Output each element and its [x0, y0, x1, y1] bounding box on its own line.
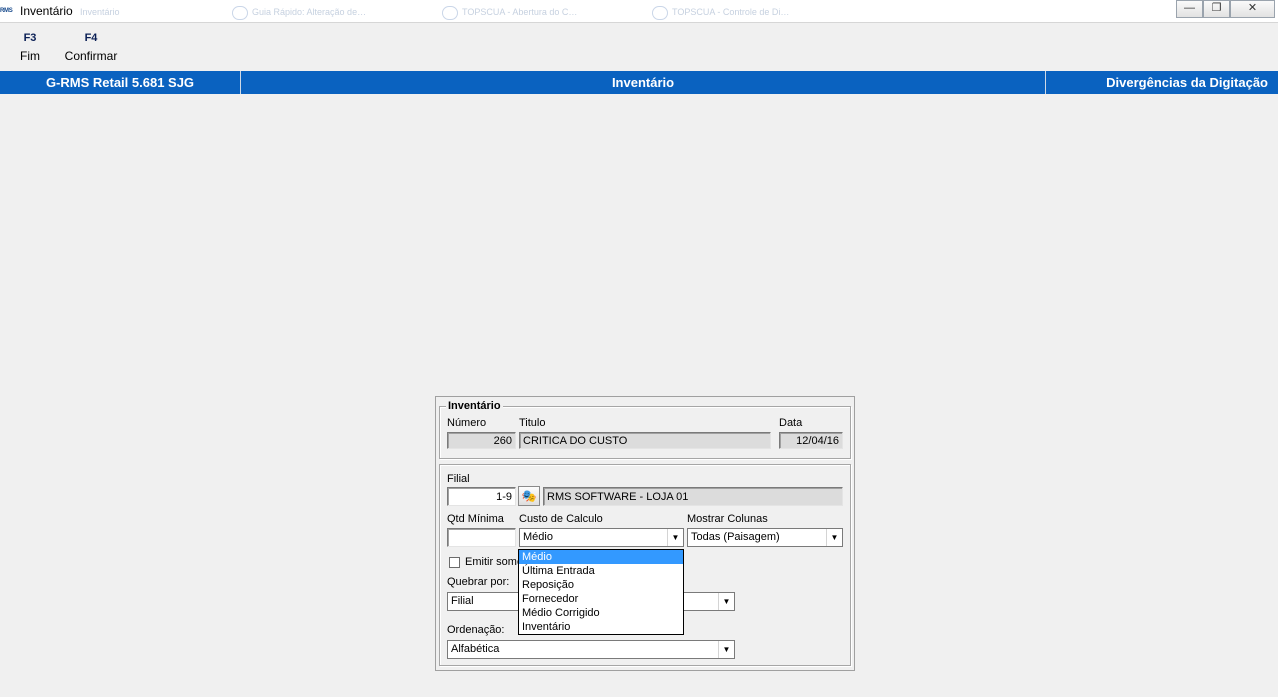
filial-label: Filial	[447, 473, 470, 485]
custo-option-fornecedor[interactable]: Fornecedor	[519, 592, 683, 606]
browser-icon	[442, 5, 458, 20]
app-logo-icon: RMS	[0, 8, 13, 14]
f3-fim-button[interactable]: F3 Fim	[12, 32, 48, 63]
mostrar-colunas-label: Mostrar Colunas	[687, 513, 768, 525]
numero-field: 260	[447, 432, 516, 449]
binoculars-icon: 🎭	[521, 489, 537, 503]
ordenacao-label: Ordenação:	[447, 624, 505, 636]
background-tab[interactable]: Inventário	[80, 4, 220, 20]
background-tab[interactable]: TOPSCUA - Controle de Di…	[652, 4, 852, 20]
custo-option-ultima-entrada[interactable]: Última Entrada	[519, 564, 683, 578]
quebrar-label: Quebrar por:	[447, 576, 510, 588]
qtd-minima-input[interactable]	[447, 528, 516, 547]
screen-title: Divergências da Digitação	[1106, 75, 1268, 90]
filial-code-input[interactable]: 1-9	[447, 487, 516, 506]
ordenacao-select[interactable]: Alfabética ▼	[447, 640, 735, 659]
numero-label: Número	[447, 417, 487, 429]
custo-option-reposicao[interactable]: Reposição	[519, 578, 683, 592]
inventario-group-title: Inventário	[446, 400, 503, 412]
mostrar-colunas-value: Todas (Paisagem)	[691, 531, 780, 543]
window-title-bar: RMS Inventário Inventário Guia Rápido: A…	[0, 0, 1278, 23]
minimize-button[interactable]: ―	[1176, 0, 1203, 18]
emitir-label: Emitir some	[465, 556, 524, 568]
data-field: 12/04/16	[779, 432, 843, 449]
background-tab[interactable]: TOPSCUA - Abertura do C…	[442, 4, 642, 20]
header-bar: G-RMS Retail 5.681 SJG Inventário Diverg…	[0, 71, 1278, 94]
emitir-checkbox[interactable]	[449, 557, 460, 568]
close-button[interactable]: ✕	[1230, 0, 1275, 18]
f3-key-label: F3	[23, 32, 37, 44]
chevron-down-icon[interactable]: ▼	[826, 529, 842, 546]
custo-option-inventario[interactable]: Inventário	[519, 620, 683, 634]
chevron-down-icon[interactable]: ▼	[718, 593, 734, 610]
custo-option-medio-corrigido[interactable]: Médio Corrigido	[519, 606, 683, 620]
f4-key-label: F4	[84, 32, 98, 44]
chevron-down-icon[interactable]: ▼	[718, 641, 734, 658]
background-tabs: Inventário Guia Rápido: Alteração de… TO…	[80, 4, 900, 20]
titulo-field: CRITICA DO CUSTO	[519, 432, 771, 449]
custo-select-value: Médio	[523, 531, 553, 543]
window-title: Inventário	[20, 4, 73, 18]
restore-button[interactable]: ❐	[1203, 0, 1230, 18]
f3-action-label: Fim	[20, 49, 40, 63]
custo-select[interactable]: Médio ▼	[519, 528, 684, 547]
f4-confirmar-button[interactable]: F4 Confirmar	[60, 32, 122, 63]
filial-search-button[interactable]: 🎭	[518, 486, 540, 506]
ordenacao-select-value: Alfabética	[451, 643, 500, 655]
chevron-down-icon[interactable]: ▼	[667, 529, 683, 546]
mostrar-colunas-select[interactable]: Todas (Paisagem) ▼	[687, 528, 843, 547]
background-tab[interactable]: Guia Rápido: Alteração de…	[232, 4, 432, 20]
custo-dropdown-list: Médio Última Entrada Reposição Fornecedo…	[518, 549, 684, 635]
data-label: Data	[779, 417, 803, 429]
app-version: G-RMS Retail 5.681 SJG	[0, 71, 241, 94]
quebrar-select-value: Filial	[451, 595, 474, 607]
module-title: Inventário	[241, 71, 1046, 94]
custo-option-medio[interactable]: Médio	[519, 550, 683, 564]
qtd-minima-label: Qtd Mínima	[447, 513, 504, 525]
browser-icon	[652, 5, 668, 20]
f4-action-label: Confirmar	[64, 49, 118, 63]
custo-label: Custo de Calculo	[519, 513, 603, 525]
browser-icon	[232, 5, 248, 20]
titulo-label: Titulo	[519, 417, 546, 429]
filial-name-field: RMS SOFTWARE - LOJA 01	[543, 487, 843, 506]
